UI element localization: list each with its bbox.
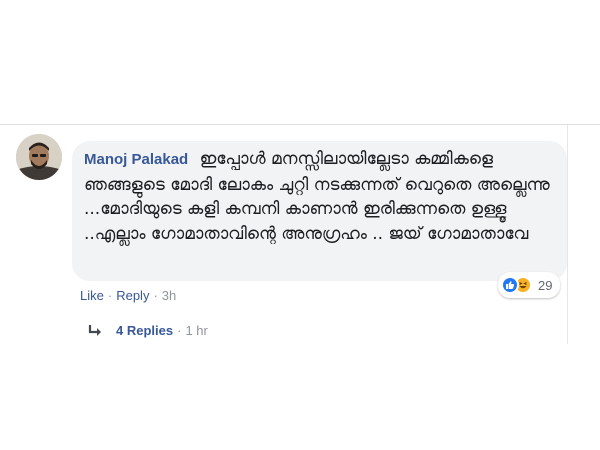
avatar[interactable] xyxy=(16,134,62,180)
reaction-count: 29 xyxy=(538,277,553,293)
replies-row: 4 Replies · 1 hr xyxy=(88,323,208,338)
divider xyxy=(567,124,568,344)
divider xyxy=(0,124,600,125)
separator: · xyxy=(153,288,158,303)
comment-body: Manoj Palakad ഇപ്പോൾ മനസ്സിലായില്ലേടാ കമ… xyxy=(84,147,555,246)
replies-timestamp: 1 hr xyxy=(185,323,208,338)
reply-button[interactable]: Reply xyxy=(116,288,149,303)
comment-bubble: Manoj Palakad ഇപ്പോൾ മനസ്സിലായില്ലേടാ കമ… xyxy=(72,141,567,281)
like-icon xyxy=(501,276,519,294)
comment-author-link[interactable]: Manoj Palakad xyxy=(84,151,188,168)
separator: · xyxy=(107,288,113,303)
like-button[interactable]: Like xyxy=(80,288,104,303)
comment-timestamp[interactable]: 3h xyxy=(162,288,176,303)
comment-actions: Like · Reply · 3h xyxy=(80,288,176,303)
separator: · xyxy=(177,323,182,338)
view-replies-link[interactable]: 4 Replies xyxy=(116,323,173,338)
comment-thread: Manoj Palakad ഇപ്പോൾ മനസ്സിലായില്ലേടാ കമ… xyxy=(0,0,600,450)
avatar-image xyxy=(16,134,62,180)
reply-arrow-icon xyxy=(88,324,101,336)
reactions-summary[interactable]: 29 xyxy=(498,272,561,298)
